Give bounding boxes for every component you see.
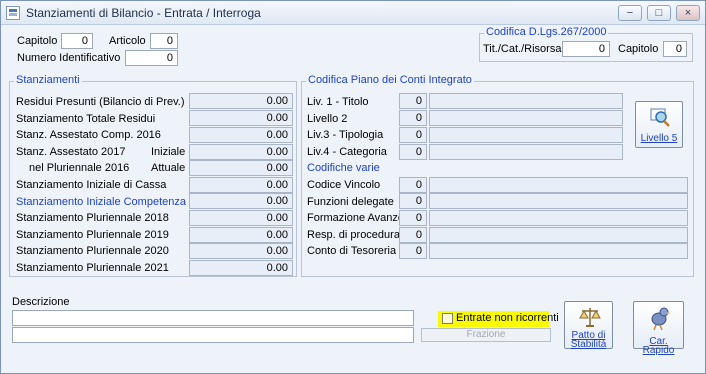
piano-label-0: Liv. 1 - Titolo xyxy=(307,96,369,108)
stanziamenti-label-8: Stanziamento Pluriennale 2019 xyxy=(16,229,169,241)
entrate-non-ricorrenti-label: Entrate non ricorrenti xyxy=(456,312,559,324)
numero-identificativo-label: Numero Identificativo xyxy=(17,52,121,64)
varie-desc-2 xyxy=(429,210,688,226)
descrizione-line1[interactable] xyxy=(12,310,414,326)
stanziamenti-label-9: Stanziamento Pluriennale 2020 xyxy=(16,245,169,257)
car-rapido-label: Car. Rapido xyxy=(642,336,675,356)
stanziamenti-label-7: Stanziamento Pluriennale 2018 xyxy=(16,212,169,224)
varie-desc-1 xyxy=(429,193,688,209)
stanziamenti-value-8: 0.00 xyxy=(189,227,293,243)
stanziamenti-label-5: Stanziamento Iniziale di Cassa xyxy=(16,179,167,191)
checkbox-box[interactable] xyxy=(442,313,453,324)
varie-label-4: Conto di Tesoreria xyxy=(307,245,397,257)
entrate-non-ricorrenti-checkbox[interactable]: Entrate non ricorrenti xyxy=(438,311,559,327)
stanziamenti-label-10: Stanziamento Pluriennale 2021 xyxy=(16,262,169,274)
stanziamenti-label-2: Stanz. Assestato Comp. 2016 xyxy=(16,129,161,141)
livello5-button[interactable]: Livello 5 xyxy=(635,101,683,148)
frazione-button[interactable]: Frazione xyxy=(421,328,551,342)
varie-label-1: Funzioni delegate xyxy=(307,196,394,208)
varie-desc-4 xyxy=(429,243,688,259)
stanziamenti-group-title: Stanziamenti xyxy=(14,74,82,86)
piano-label-3: Liv.4 - Categoria xyxy=(307,146,387,158)
stanziamenti-sub-iniziale: Iniziale xyxy=(151,146,186,158)
stanziamenti-value-6: 0.00 xyxy=(189,193,293,209)
articolo-label: Articolo xyxy=(109,35,146,47)
car-rapido-button[interactable]: Car. Rapido xyxy=(633,301,684,356)
close-button[interactable]: × xyxy=(676,5,700,21)
patto-line2: Stabilità xyxy=(570,339,607,350)
varie-desc-0 xyxy=(429,177,688,193)
tit-cat-risorsa-label: Tit./Cat./Risorsa xyxy=(483,43,562,55)
descrizione-label: Descrizione xyxy=(12,296,70,308)
window-title: Stanziamenti di Bilancio - Entrata / Int… xyxy=(26,6,261,20)
piano-code-1: 0 xyxy=(399,110,427,126)
tit-cat-risorsa-field[interactable]: 0 xyxy=(562,41,610,57)
magnifier-icon xyxy=(650,108,670,127)
varie-label-2: Formazione Avanzo xyxy=(307,212,405,224)
piano-desc-3 xyxy=(429,144,623,160)
capitolo-label: Capitolo xyxy=(17,35,58,47)
dlgs-group-title: Codifica D.Lgs.267/2000 xyxy=(484,26,609,38)
stanziamenti-value-9: 0.00 xyxy=(189,243,293,259)
varie-code-4: 0 xyxy=(399,243,427,259)
stanziamenti-value-5: 0.00 xyxy=(189,177,293,193)
piano-label-2: Liv.3 - Tipologia xyxy=(307,129,384,141)
stanziamenti-label-4: nel Pluriennale 2016 xyxy=(29,162,130,174)
varie-code-2: 0 xyxy=(399,210,427,226)
dlgs-capitolo-field[interactable]: 0 xyxy=(663,41,687,57)
numero-identificativo-field[interactable]: 0 xyxy=(125,50,178,66)
scales-icon xyxy=(579,308,601,327)
app-icon xyxy=(6,6,20,20)
title-bar[interactable]: Stanziamenti di Bilancio - Entrata / Int… xyxy=(1,1,705,25)
piano-desc-1 xyxy=(429,110,623,126)
piano-code-0: 0 xyxy=(399,93,427,109)
stanziamenti-value-7: 0.00 xyxy=(189,210,293,226)
capitolo-field[interactable]: 0 xyxy=(61,33,93,49)
varie-desc-3 xyxy=(429,227,688,243)
varie-code-3: 0 xyxy=(399,227,427,243)
piano-desc-2 xyxy=(429,127,623,143)
stanziamenti-label-1: Stanziamento Totale Residui xyxy=(16,113,156,125)
minimize-button[interactable]: − xyxy=(618,5,642,21)
piano-conti-group-title: Codifica Piano dei Conti Integrato xyxy=(306,74,474,86)
articolo-field[interactable]: 0 xyxy=(150,33,178,49)
varie-label-0: Codice Vincolo xyxy=(307,179,381,191)
varie-code-0: 0 xyxy=(399,177,427,193)
patto-di-stabilita-button[interactable]: Patto di Stabilità xyxy=(564,301,613,350)
stanziamenti-value-1: 0.00 xyxy=(189,110,293,126)
stanziamenti-value-2: 0.00 xyxy=(189,127,293,143)
descrizione-line2[interactable] xyxy=(12,327,414,343)
stanziamenti-value-4: 0.00 xyxy=(189,160,293,176)
stanziamenti-value-0: 0.00 xyxy=(189,93,293,109)
stanziamenti-label-6: Stanziamento Iniziale Competenza xyxy=(16,196,186,208)
codifiche-varie-title: Codifiche varie xyxy=(307,162,380,174)
stanziamenti-sub-attuale: Attuale xyxy=(151,162,186,174)
livello5-label: Livello 5 xyxy=(640,133,678,144)
piano-code-3: 0 xyxy=(399,144,427,160)
main-window: Stanziamenti di Bilancio - Entrata / Int… xyxy=(0,0,706,374)
stanziamenti-label-0: Residui Presunti (Bilancio di Prev.) xyxy=(16,96,185,108)
maximize-button[interactable]: □ xyxy=(647,5,671,21)
piano-label-1: Livello 2 xyxy=(307,113,348,125)
dlgs-capitolo-label: Capitolo xyxy=(618,43,659,55)
stanziamenti-value-10: 0.00 xyxy=(189,260,293,276)
stanziamenti-label-3: Stanz. Assestato 2017 xyxy=(16,146,126,158)
piano-code-2: 0 xyxy=(399,127,427,143)
stanziamenti-value-3: 0.00 xyxy=(189,144,293,160)
varie-label-3: Resp. di procedura xyxy=(307,229,400,241)
piano-desc-0 xyxy=(429,93,623,109)
varie-code-1: 0 xyxy=(399,193,427,209)
roadrunner-icon xyxy=(651,307,671,331)
